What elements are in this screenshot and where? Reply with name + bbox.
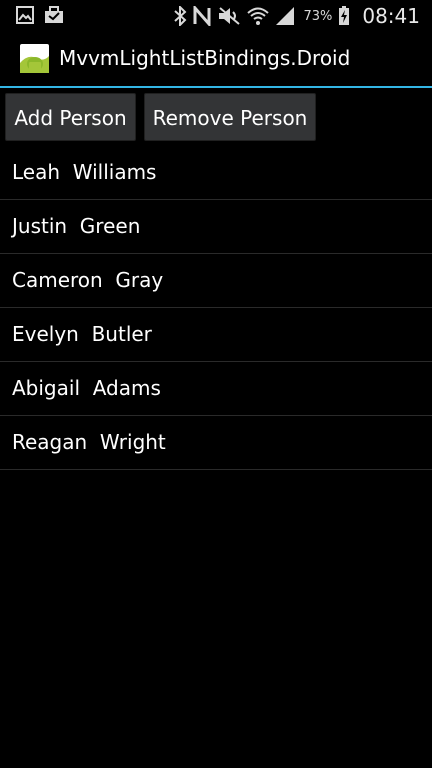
status-bar-clock: 08:41 <box>362 4 420 28</box>
person-first-name: Reagan <box>12 430 88 454</box>
person-first-name: Justin <box>12 214 68 238</box>
person-name: Cameron Gray <box>12 268 163 292</box>
list-item[interactable]: Abigail Adams <box>0 362 432 416</box>
list-item[interactable]: Justin Green <box>0 200 432 254</box>
person-list: Leah Williams Justin Green Cameron Gray Eve… <box>0 146 432 470</box>
status-bar-right: 73% 08:41 <box>173 4 420 28</box>
wifi-icon <box>247 6 270 26</box>
list-item[interactable]: Leah Williams <box>0 146 432 200</box>
gallery-icon <box>16 6 34 24</box>
person-name: Abigail Adams <box>12 376 161 400</box>
person-last-name: Green <box>79 214 141 238</box>
mute-icon <box>217 6 241 26</box>
remove-person-button[interactable]: Remove Person <box>144 93 316 141</box>
list-item[interactable]: Cameron Gray <box>0 254 432 308</box>
person-last-name: Butler <box>91 322 152 346</box>
add-person-button[interactable]: Add Person <box>5 93 136 141</box>
app-icon[interactable] <box>20 44 49 73</box>
briefcase-icon <box>44 6 64 24</box>
person-last-name: Gray <box>115 268 164 292</box>
battery-icon <box>338 6 350 26</box>
signal-icon <box>275 6 295 26</box>
list-item[interactable]: Reagan Wright <box>0 416 432 470</box>
person-last-name: Wright <box>99 430 166 454</box>
person-name: Justin Green <box>12 214 140 238</box>
person-first-name: Leah <box>12 160 61 184</box>
status-bar: 73% 08:41 <box>0 0 432 31</box>
bluetooth-icon <box>173 6 187 26</box>
person-first-name: Abigail <box>12 376 80 400</box>
person-name: Reagan Wright <box>12 430 166 454</box>
app-title: MvvmLightListBindings.Droid <box>59 46 351 70</box>
person-last-name: Williams <box>72 160 157 184</box>
status-bar-left <box>16 6 64 24</box>
list-item[interactable]: Evelyn Butler <box>0 308 432 362</box>
battery-percent: 73% <box>303 8 333 24</box>
person-first-name: Cameron <box>12 268 103 292</box>
action-bar: MvvmLightListBindings.Droid <box>0 31 432 88</box>
person-name: Leah Williams <box>12 160 156 184</box>
person-name: Evelyn Butler <box>12 322 152 346</box>
person-last-name: Adams <box>92 376 161 400</box>
nfc-icon <box>193 6 211 26</box>
person-first-name: Evelyn <box>12 322 79 346</box>
